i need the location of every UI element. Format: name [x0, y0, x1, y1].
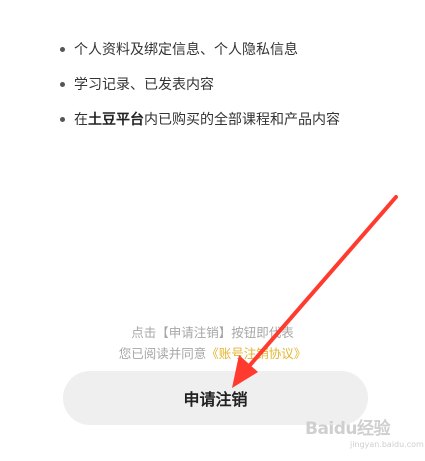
- watermark: Baidu经验 jingyan.baidu.com: [305, 410, 424, 456]
- watermark-logo: Baidu经验: [305, 419, 391, 439]
- notice-line-1: 点击【申请注销】按钮即代表: [131, 325, 294, 340]
- list-item-text: 学习记录、已发表内容: [74, 77, 214, 93]
- list-item-prefix: 在: [74, 112, 88, 128]
- notice-line-2-prefix: 您已阅读并同意: [118, 346, 207, 361]
- agreement-link[interactable]: 《账号注销协议》: [206, 346, 306, 361]
- notice-line-2: 您已阅读并同意《账号注销协议》: [0, 343, 425, 364]
- platform-name: 土豆平台: [88, 112, 144, 128]
- bullet-icon: [60, 81, 65, 87]
- list-item: 学习记录、已发表内容: [60, 73, 410, 95]
- list-item: 个人资料及绑定信息、个人隐私信息: [60, 38, 410, 60]
- bullet-icon: [60, 116, 65, 122]
- bullet-icon: [60, 46, 65, 52]
- list-item: 在土豆平台 内已购买的全部课程和产品内容: [60, 108, 410, 130]
- info-list: 个人资料及绑定信息、个人隐私信息 学习记录、已发表内容 在土豆平台 内已购买的全部…: [60, 38, 410, 143]
- list-item-text: 个人资料及绑定信息、个人隐私信息: [74, 42, 298, 58]
- agreement-notice: 点击【申请注销】按钮即代表 您已阅读并同意《账号注销协议》: [0, 322, 425, 364]
- list-item-suffix: 内已购买的全部课程和产品内容: [144, 112, 340, 128]
- watermark-subtext: jingyan.baidu.com: [350, 440, 424, 449]
